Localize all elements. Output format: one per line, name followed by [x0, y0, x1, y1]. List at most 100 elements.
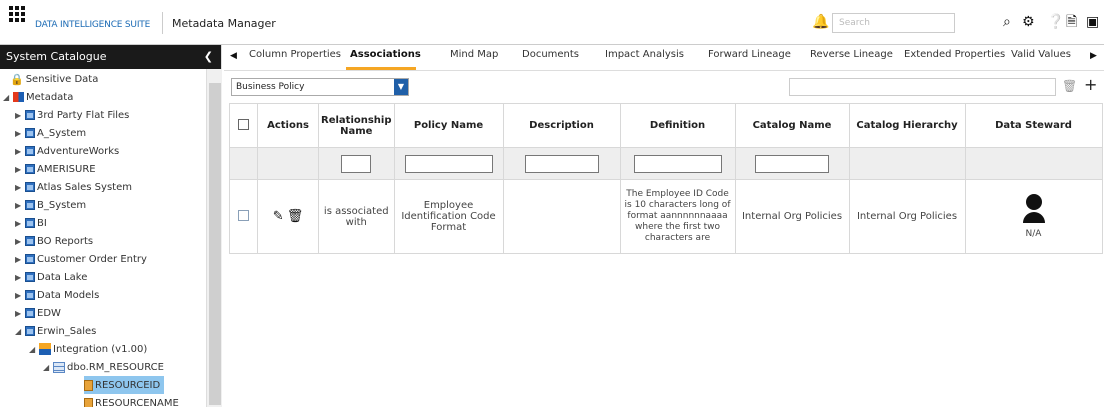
tab-valid-values[interactable]: Valid Values	[1011, 49, 1071, 60]
database-icon	[25, 272, 35, 282]
tree-node-data-models[interactable]: ▶ Data Models	[15, 286, 99, 304]
tree-node-3rd-party-flat-files[interactable]: ▶ 3rd Party Flat Files	[15, 106, 129, 124]
profile-card-icon[interactable]: ▣	[1086, 14, 1099, 30]
tree-node-resourceid[interactable]: RESOURCEID	[84, 376, 165, 394]
collapsed-triangle-icon[interactable]: ▶	[15, 291, 25, 300]
column-header[interactable]: Definition	[619, 103, 736, 148]
collapsed-triangle-icon[interactable]: ▶	[15, 255, 25, 264]
tree-node-bo-reports[interactable]: ▶ BO Reports	[15, 232, 93, 250]
catalog-name-cell: Internal Org Policies	[734, 179, 850, 254]
column-header[interactable]: Relationship Name	[318, 103, 395, 148]
column-header[interactable]: Data Steward	[964, 103, 1103, 148]
tree-node-b-system[interactable]: ▶ B_System	[15, 196, 86, 214]
collapsed-triangle-icon[interactable]: ▶	[15, 237, 25, 246]
tree-node-data-lake[interactable]: ▶ Data Lake	[15, 268, 87, 286]
gear-icon[interactable]: ⚙	[1022, 14, 1035, 30]
database-icon	[25, 326, 35, 336]
tab-column-properties[interactable]: Column Properties	[249, 49, 341, 60]
collapsed-triangle-icon[interactable]: ▶	[15, 309, 25, 318]
tree-node-edw[interactable]: ▶ EDW	[15, 304, 61, 322]
catalog-hierarchy-cell: Internal Org Policies	[848, 179, 966, 254]
catalogue-tree: 🔒 Sensitive Data ◢ Metadata ▶ 3rd Party Fla…	[0, 69, 206, 407]
scroll-right-icon[interactable]: ▶	[1090, 51, 1097, 61]
tree-node-resourcename[interactable]: RESOURCENAME	[84, 394, 179, 407]
tree-node-sensitive-data[interactable]: 🔒 Sensitive Data	[10, 70, 98, 88]
app-grid-icon[interactable]	[9, 6, 25, 22]
policy-name-filter-input[interactable]	[404, 154, 493, 173]
collapsed-triangle-icon[interactable]: ▶	[15, 165, 25, 174]
tab-documents[interactable]: Documents	[522, 49, 579, 60]
table-row[interactable]: ✎ 🗑 is associated with Employee Identifi…	[229, 179, 1103, 254]
row-checkbox[interactable]	[238, 209, 249, 221]
tree-node-amerisure[interactable]: ▶ AMERISURE	[15, 160, 96, 178]
scrollbar-thumb[interactable]	[209, 83, 221, 405]
tree-node-a-system[interactable]: ▶ A_System	[15, 124, 86, 142]
database-icon	[25, 308, 35, 318]
add-icon[interactable]: +	[1084, 75, 1097, 94]
document-icon[interactable]: 🗎	[1066, 14, 1077, 30]
tree-scrollbar[interactable]	[206, 69, 222, 407]
collapsed-triangle-icon[interactable]: ▶	[15, 111, 25, 120]
expanded-triangle-icon[interactable]: ◢	[3, 93, 13, 102]
tree-node-atlas-sales-system[interactable]: ▶ Atlas Sales System	[15, 178, 132, 196]
collapse-panel-icon[interactable]: ❮	[204, 50, 213, 63]
active-tab-indicator	[346, 67, 416, 70]
tree-node-dbo-rm-resource[interactable]: ◢ dbo.RM_RESOURCE	[43, 358, 164, 376]
select-all-cell	[229, 103, 258, 148]
relationship-filter-input[interactable]	[341, 154, 372, 173]
collapsed-triangle-icon[interactable]: ▶	[15, 201, 25, 210]
association-type-select[interactable]: Business Policy ▼	[231, 78, 409, 96]
edit-pencil-icon[interactable]: ✎	[273, 209, 284, 224]
grid-search-input[interactable]	[789, 78, 1056, 96]
panel-header: System Catalogue ❮	[0, 45, 221, 69]
expanded-triangle-icon[interactable]: ◢	[43, 363, 53, 372]
search-input[interactable]: Search	[832, 13, 955, 33]
catalog-name-filter-input[interactable]	[755, 154, 830, 173]
tree-node-metadata[interactable]: ◢ Metadata	[3, 88, 73, 106]
table-icon	[53, 361, 65, 373]
collapsed-triangle-icon[interactable]: ▶	[15, 273, 25, 282]
collapsed-triangle-icon[interactable]: ▶	[15, 219, 25, 228]
definition-filter-input[interactable]	[633, 154, 722, 173]
collapsed-triangle-icon[interactable]: ▶	[15, 129, 25, 138]
tree-node-adventureworks[interactable]: ▶ AdventureWorks	[15, 142, 119, 160]
tab-mind-map[interactable]: Mind Map	[450, 49, 498, 60]
tree-node-integration[interactable]: ◢ Integration (v1.00)	[29, 340, 147, 358]
avatar: N/A	[968, 194, 1100, 239]
collapsed-triangle-icon[interactable]: ▶	[15, 183, 25, 192]
notification-bell-icon[interactable]: 🔔	[812, 14, 829, 30]
column-header[interactable]: Catalog Name	[734, 103, 850, 148]
collapsed-triangle-icon[interactable]: ▶	[15, 147, 25, 156]
trash-icon[interactable]: 🗑	[287, 209, 304, 224]
filter-row	[229, 147, 1103, 180]
divider	[162, 12, 163, 34]
delete-icon[interactable]: 🗑	[1062, 79, 1077, 93]
scroll-left-icon[interactable]: ◀	[230, 51, 237, 61]
database-icon	[25, 290, 35, 300]
environment-icon	[39, 343, 51, 355]
tree-node-customer-order-entry[interactable]: ▶ Customer Order Entry	[15, 250, 147, 268]
policy-name-cell[interactable]: Employee Identification Code Format	[393, 179, 504, 254]
select-all-checkbox[interactable]	[238, 118, 249, 130]
description-filter-input[interactable]	[524, 154, 599, 173]
tree-node-bi[interactable]: ▶ BI	[15, 214, 47, 232]
module-title: Metadata Manager	[172, 17, 276, 30]
expanded-triangle-icon[interactable]: ◢	[15, 327, 25, 336]
search-icon[interactable]: ⌕	[1003, 14, 1011, 30]
tab-reverse-lineage[interactable]: Reverse Lineage	[810, 49, 893, 60]
expanded-triangle-icon[interactable]: ◢	[29, 345, 39, 354]
tab-forward-lineage[interactable]: Forward Lineage	[708, 49, 791, 60]
description-cell	[502, 179, 621, 254]
tree-node-erwin-sales[interactable]: ◢ Erwin_Sales	[15, 322, 96, 340]
column-header[interactable]: Catalog Hierarchy	[848, 103, 966, 148]
column-header[interactable]: Policy Name	[393, 103, 504, 148]
data-steward-value: N/A	[1025, 229, 1042, 239]
tab-impact-analysis[interactable]: Impact Analysis	[605, 49, 684, 60]
column-header[interactable]: Description	[502, 103, 621, 148]
chevron-down-icon[interactable]: ▼	[394, 79, 408, 95]
help-icon[interactable]: ❔	[1047, 14, 1064, 30]
column-header[interactable]: Actions	[257, 103, 319, 148]
tab-extended-properties[interactable]: Extended Properties	[904, 49, 1005, 60]
column-icon	[84, 397, 93, 407]
tab-associations[interactable]: Associations	[350, 49, 421, 60]
